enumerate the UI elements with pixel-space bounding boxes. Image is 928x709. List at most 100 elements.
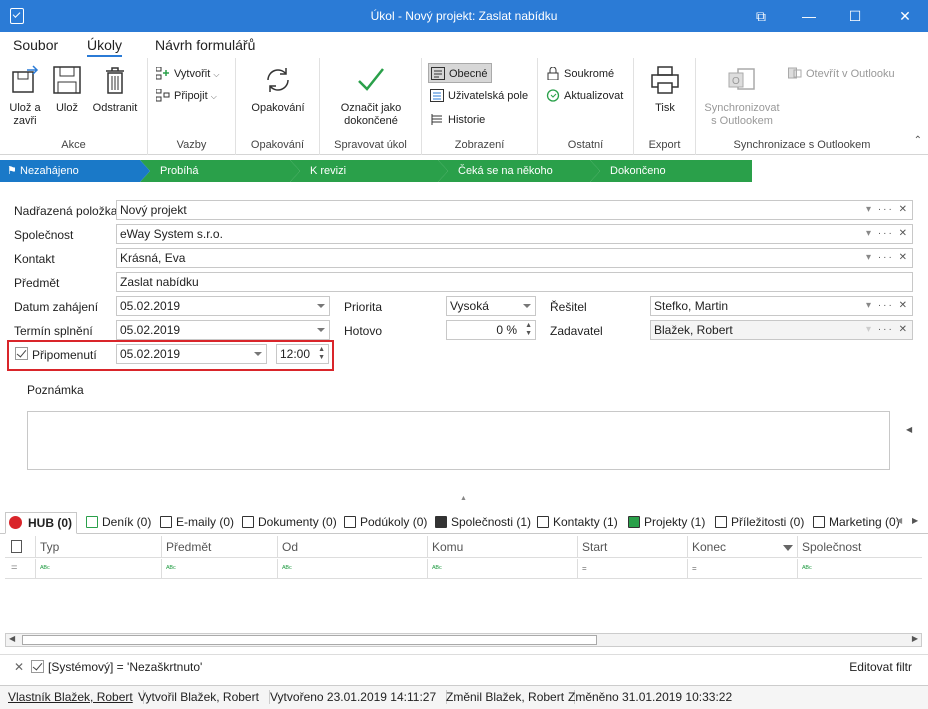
owner-link[interactable]: Vlastník Blažek, Robert [8,690,144,704]
col-start[interactable]: Start [577,536,687,558]
edit-filter-link[interactable]: Editovat filtr [849,660,912,674]
sync-outlook-button[interactable]: O Synchronizovat s Outlookem [702,64,782,128]
col-spolecnost[interactable]: Společnost [797,536,922,558]
subject-field[interactable]: Zaslat nabídku [116,272,913,292]
company-field[interactable]: eWay System s.r.o. ▾ ··· ✕ [116,224,913,244]
field-tools[interactable]: ▾ ··· ✕ [866,225,909,243]
reminder-checkbox[interactable] [15,347,28,360]
tab-spolecnosti[interactable]: Společnosti (1) [433,512,531,534]
tab-marketing[interactable]: Marketing (0) [811,512,900,534]
changed-date: Změněno 31.01.2019 10:33:22 [568,690,733,704]
reminder-time-field[interactable]: 12:00 ▲ ▼ [276,344,329,364]
field-tools[interactable]: ▾ ··· ✕ [866,249,909,267]
col-konec[interactable]: Konec [687,536,797,558]
filter-start[interactable]: = [577,559,687,579]
filter-konec[interactable]: = [687,559,797,579]
lock-icon [547,67,559,80]
tabs-scroll-left-icon[interactable]: ◀ [896,516,902,525]
step-k-revizi[interactable]: K revizi [290,160,448,182]
scroll-thumb[interactable] [22,635,597,645]
clear-filter-icon[interactable]: ✕ [14,660,24,674]
restore-layout-button[interactable]: ⧉ [738,0,784,32]
close-button[interactable]: ✕ [882,0,928,32]
tab-podukoly[interactable]: Podúkoly (0) [342,512,427,534]
filter-komu[interactable]: ᴬᴮᶜ [427,559,577,579]
step-nezahajeno[interactable]: ⚑ Nezahájeno [0,160,150,182]
refresh-button[interactable]: Aktualizovat [544,86,623,106]
tab-dokumenty[interactable]: Dokumenty (0) [240,512,337,534]
note-textarea[interactable] [27,411,890,470]
solver-field[interactable]: Stefko, Martin ▾ ··· ✕ [650,296,913,316]
create-button[interactable]: Vytvořit ⌵ [154,64,219,84]
group-spravovat-ukol: Označit jako dokončené Spravovat úkol [320,58,422,155]
private-button[interactable]: Soukromé [544,64,614,84]
tab-soubor[interactable]: Soubor [13,37,58,53]
dropdown-icon[interactable] [317,304,325,308]
tab-ukoly[interactable]: Úkoly [87,37,123,57]
print-button[interactable]: Tisk [648,64,682,115]
delete-button[interactable]: Odstranit [90,64,140,115]
percent-spinner-icon[interactable]: ▲ ▼ [525,322,532,338]
assigner-field[interactable]: Blažek, Robert ▾ ··· ✕ [650,320,913,340]
step-ceka-se[interactable]: Čeká se na někoho dalšího [438,160,600,199]
minimize-button[interactable]: — [786,0,832,32]
save-button[interactable]: Ulož [50,64,84,115]
dropdown-icon[interactable] [317,328,325,332]
step-probiha[interactable]: Probíhá [140,160,300,182]
tab-navrh-formularu[interactable]: Návrh formulářů [155,37,255,53]
col-predmet[interactable]: Předmět [161,536,277,558]
assigner-label: Zadavatel [550,324,603,338]
reminder-date-field[interactable]: 05.02.2019 [116,344,267,364]
created-by: Vytvořil Blažek, Robert [138,690,270,704]
tabs-scroll-right-icon[interactable]: ▶ [912,516,918,525]
col-komu[interactable]: Komu [427,536,577,558]
horizontal-scrollbar[interactable]: ◀ ▶ [5,633,922,647]
view-history-button[interactable]: Historie [428,110,485,130]
step-dokonceno[interactable]: Dokončeno [590,160,752,182]
dropdown-icon[interactable] [254,352,262,356]
group-opakovani: Opakování Opakování [236,58,320,155]
tab-projekty[interactable]: Projekty (1) [626,512,705,534]
contact-label: Kontakt [14,252,55,266]
filter-enabled-checkbox[interactable] [31,660,44,673]
priority-field[interactable]: Vysoká [446,296,536,316]
done-label: Hotovo [344,324,383,338]
trash-icon [99,64,131,96]
time-spinner-icon[interactable]: ▲ ▼ [318,346,325,362]
field-tools[interactable]: ▾ ··· ✕ [866,297,909,315]
collapse-ribbon-icon[interactable]: ⌃ [914,135,922,146]
contact-field[interactable]: Krásná, Eva ▾ ··· ✕ [116,248,913,268]
tab-prilezitosti[interactable]: Příležitosti (0) [713,512,804,534]
filter-spolecnost[interactable]: ᴬᴮᶜ [797,559,922,579]
mark-done-button[interactable]: Označit jako dokončené [334,64,408,128]
maximize-button[interactable]: ☐ [832,0,878,32]
filter-od[interactable]: ᴬᴮᶜ [277,559,427,579]
view-user-fields-button[interactable]: Uživatelská pole [428,86,528,106]
filter-typ[interactable]: ᴬᴮᶜ [35,559,161,579]
recurrence-button[interactable]: Opakování [246,64,310,115]
tab-hub[interactable]: HUB (0) [5,512,77,534]
attach-button[interactable]: Připojit ⌵ [154,86,217,106]
collapse-side-icon[interactable]: ◀ [906,425,912,434]
tab-kontakty[interactable]: Kontakty (1) [535,512,618,534]
tab-emaily[interactable]: E-maily (0) [158,512,234,534]
tab-denik[interactable]: Deník (0) [84,512,151,534]
col-od[interactable]: Od [277,536,427,558]
scroll-right-icon[interactable]: ▶ [912,634,918,643]
view-general-button[interactable]: Obecné [428,63,492,83]
filter-predmet[interactable]: ᴬᴮᶜ [161,559,277,579]
due-date-field[interactable]: 05.02.2019 [116,320,330,340]
done-field[interactable]: 0 % ▲ ▼ [446,320,536,340]
splitter-up-icon[interactable]: ▲ [460,495,467,502]
scroll-left-icon[interactable]: ◀ [9,634,15,643]
open-outlook-button[interactable]: Otevřít v Outlooku [786,64,895,84]
start-date-field[interactable]: 05.02.2019 [116,296,330,316]
svg-text:O: O [732,76,740,87]
parent-field[interactable]: Nový projekt ▾ ··· ✕ [116,200,913,220]
subject-label: Předmět [14,276,60,290]
save-close-button[interactable]: Ulož a zavři [4,64,46,128]
field-tools[interactable]: ▾ ··· ✕ [866,321,909,339]
dropdown-icon[interactable] [523,304,531,308]
field-tools[interactable]: ▾ ··· ✕ [866,201,909,219]
col-typ[interactable]: Typ [35,536,161,558]
